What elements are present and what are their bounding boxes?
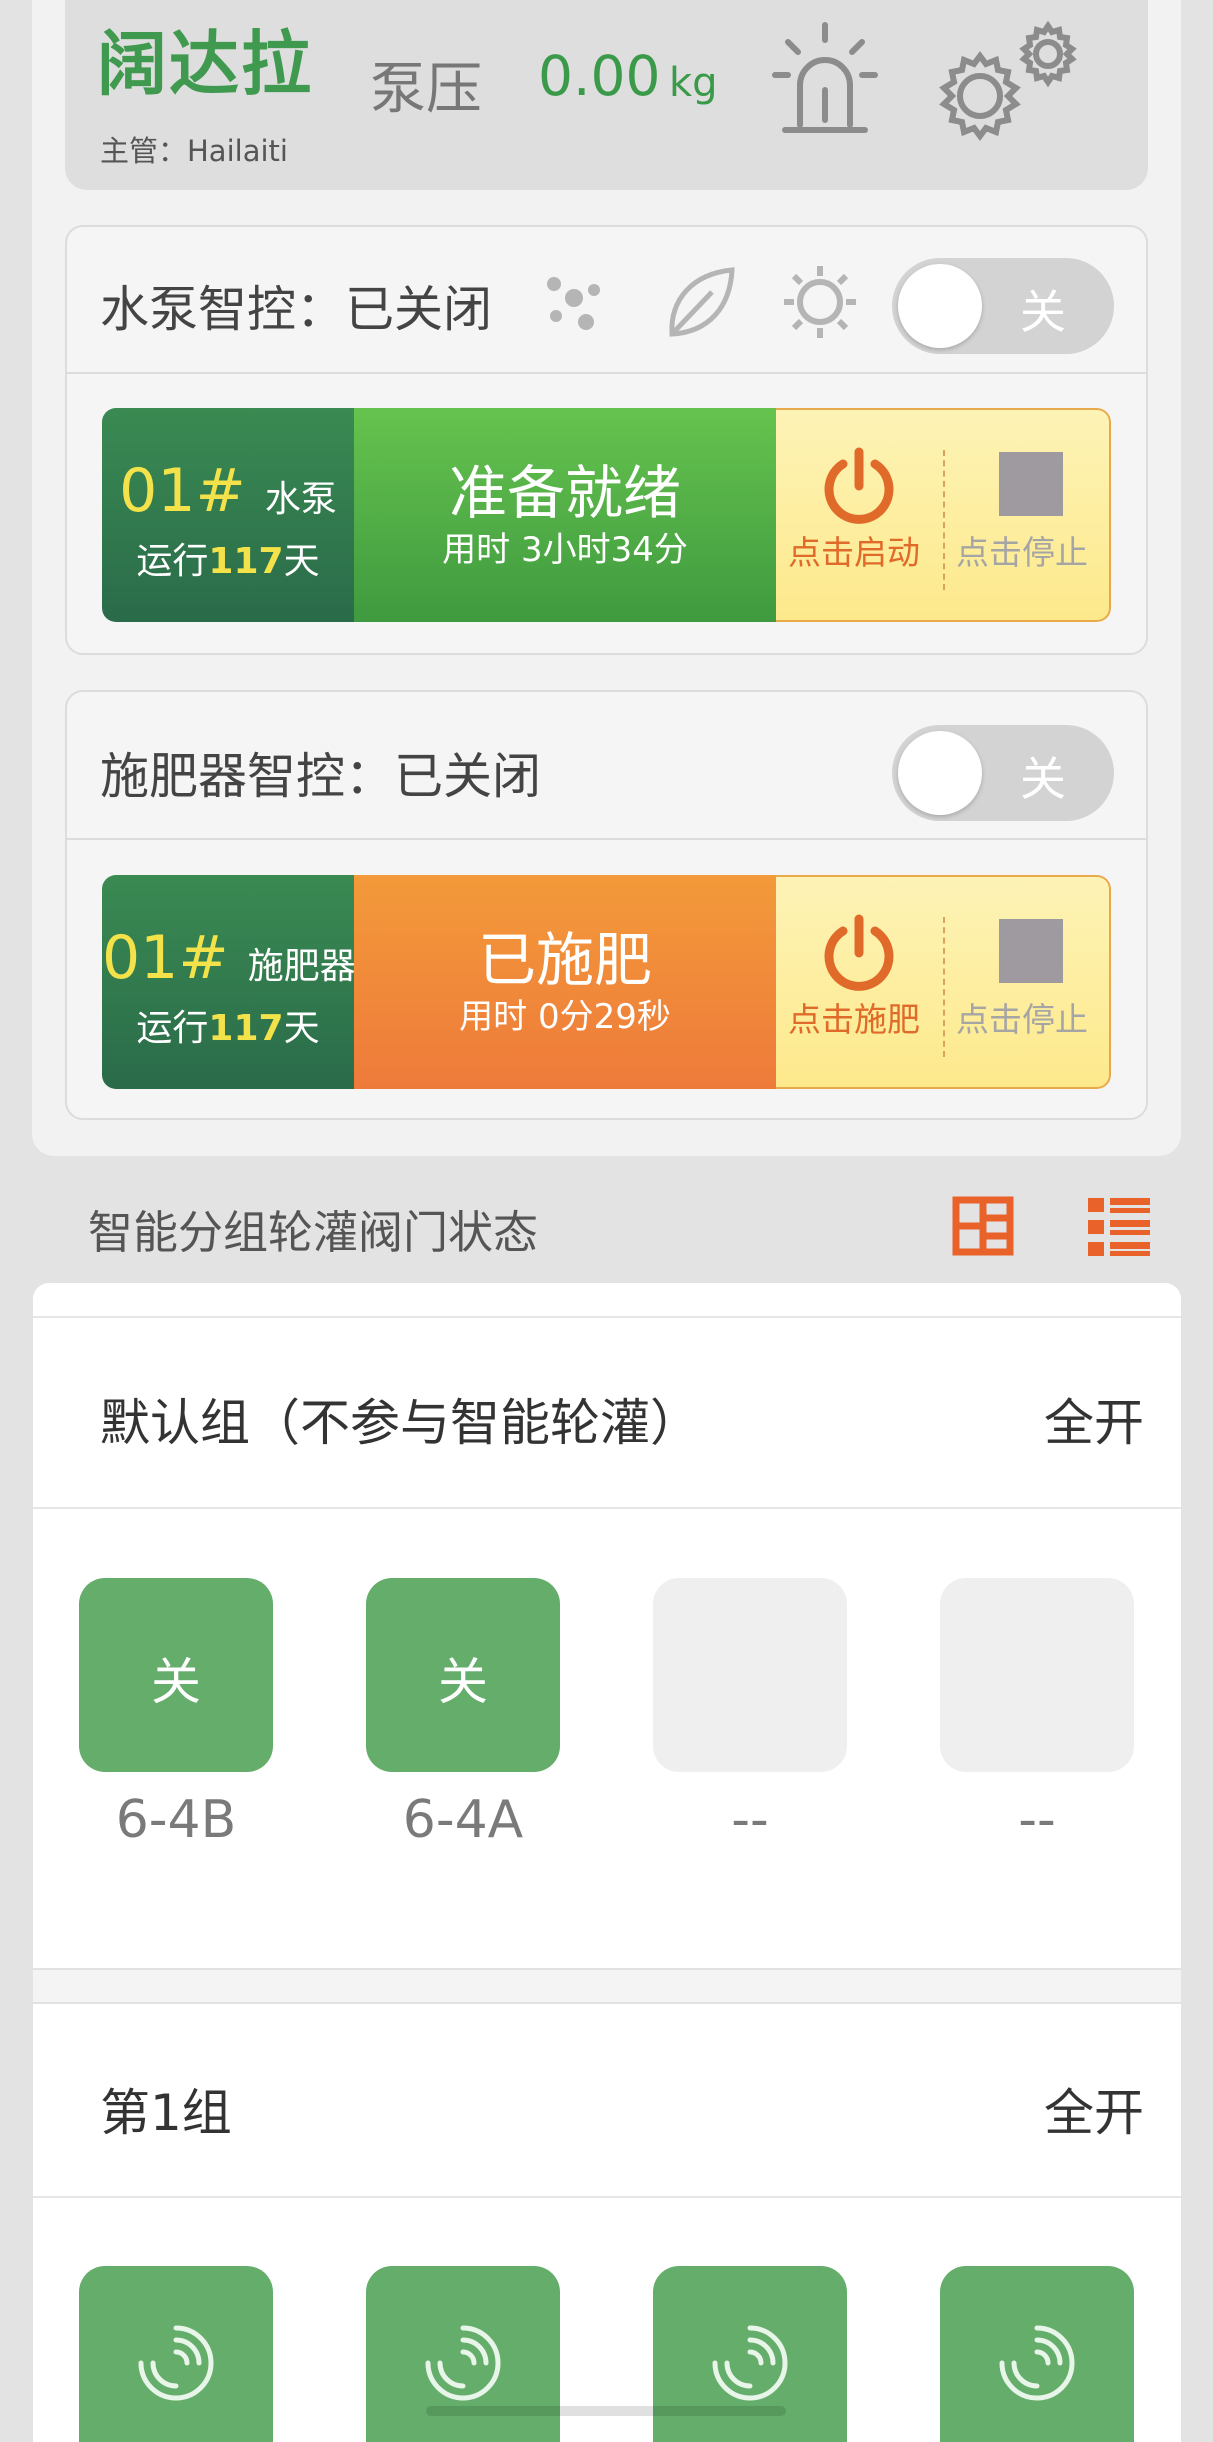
divider — [33, 2196, 1181, 2198]
spinner-icon — [131, 2318, 221, 2408]
list-view-icon[interactable] — [1088, 1198, 1150, 1256]
group-separator — [33, 1968, 1181, 2004]
toggle-label: 关 — [1020, 752, 1066, 806]
fertilizer-status-panel: 已施肥 用时 0分29秒 — [354, 875, 776, 1089]
fertilizer-device-card: 01# 施肥器 运行117天 已施肥 用时 0分29秒 点击施肥 点击停止 — [102, 875, 1111, 1089]
valve-tile[interactable] — [79, 2266, 273, 2442]
valve-state: 关 — [438, 1653, 488, 1711]
run-suffix: 天 — [283, 541, 320, 582]
pressure-label: 泵压 — [370, 57, 482, 122]
valve-label: -- — [731, 1790, 769, 1850]
pressure-value: 0.00 — [538, 44, 661, 108]
stop-icon[interactable] — [999, 452, 1063, 516]
manager-label: 主管：Hailaiti — [100, 134, 288, 168]
spinner-icon — [705, 2318, 795, 2408]
pressure-unit: kg — [669, 60, 718, 106]
leaf-icon[interactable] — [660, 262, 740, 342]
power-icon[interactable] — [819, 446, 899, 526]
valve-tile[interactable] — [940, 2266, 1134, 2442]
pump-status-panel: 准备就绪 用时 3小时34分 — [354, 408, 776, 622]
pump-actions: 点击启动 点击停止 — [776, 408, 1111, 622]
pump-toggle[interactable]: 关 — [892, 258, 1114, 354]
toggle-label: 关 — [1020, 285, 1066, 339]
device-name: 水泵 — [264, 479, 337, 520]
run-suffix: 天 — [283, 1008, 320, 1049]
molecule-icon[interactable] — [540, 268, 610, 338]
stop-icon[interactable] — [999, 919, 1063, 983]
sun-icon[interactable] — [780, 262, 860, 342]
settings-gears-icon[interactable] — [930, 18, 1090, 148]
farm-name: 阔达拉 — [97, 23, 313, 105]
valve-tile[interactable]: 关 — [366, 1578, 560, 1772]
group-title: 第1组 — [100, 2084, 232, 2142]
spinner-icon — [418, 2318, 508, 2408]
group-open-all-button[interactable]: 全开 — [1044, 1383, 1144, 1455]
fertilizer-time-used: 用时 0分29秒 — [459, 997, 671, 1037]
valve-label: 6-4A — [402, 1790, 524, 1850]
fertilizer-status: 已施肥 — [477, 926, 652, 994]
run-prefix: 运行 — [136, 541, 209, 582]
divider — [67, 838, 1146, 840]
alarm-icon[interactable] — [770, 20, 880, 140]
valve-label: 6-4B — [115, 1790, 237, 1850]
run-days: 117 — [208, 541, 284, 582]
divider — [33, 1316, 1181, 1318]
group-open-all-button[interactable]: 全开 — [1044, 2073, 1144, 2145]
run-prefix: 运行 — [136, 1008, 209, 1049]
valve-label: -- — [1018, 1790, 1056, 1850]
divider — [33, 1507, 1181, 1509]
pump-status: 准备就绪 — [448, 459, 681, 527]
device-name: 施肥器 — [247, 946, 356, 987]
stop-button[interactable]: 点击停止 — [956, 993, 1088, 1041]
valve-tile-empty — [653, 1578, 847, 1772]
home-indicator[interactable] — [426, 2406, 786, 2416]
stop-button[interactable]: 点击停止 — [956, 526, 1088, 574]
divider — [67, 372, 1146, 374]
fertilizer-device-info: 01# 施肥器 运行117天 — [102, 875, 356, 1089]
grid-view-icon[interactable] — [952, 1196, 1014, 1256]
toggle-knob — [898, 264, 982, 348]
pump-control-title: 水泵智控：已关闭 — [100, 281, 493, 338]
valve-tile-empty — [940, 1578, 1134, 1772]
pump-device-card: 01# 水泵 运行117天 准备就绪 用时 3小时34分 点击启动 点击停止 — [102, 408, 1111, 622]
action-separator — [943, 450, 945, 590]
fertilizer-actions: 点击施肥 点击停止 — [776, 875, 1111, 1089]
fertilize-button[interactable]: 点击施肥 — [788, 993, 920, 1041]
run-days: 117 — [208, 1008, 284, 1049]
start-button[interactable]: 点击启动 — [788, 526, 920, 574]
device-number: 01# — [102, 923, 229, 993]
group-title: 默认组（不参与智能轮灌） — [100, 1394, 700, 1452]
spinner-icon — [992, 2318, 1082, 2408]
pump-device-info: 01# 水泵 运行117天 — [102, 408, 354, 622]
fertilizer-control-title: 施肥器智控：已关闭 — [100, 748, 542, 805]
pump-time-used: 用时 3小时34分 — [442, 530, 688, 570]
toggle-knob — [898, 731, 982, 815]
fertilizer-toggle[interactable]: 关 — [892, 725, 1114, 821]
valve-state: 关 — [151, 1653, 201, 1711]
valve-status-title: 智能分组轮灌阀门状态 — [88, 1206, 539, 1259]
power-icon[interactable] — [819, 913, 899, 993]
valve-tile[interactable]: 关 — [79, 1578, 273, 1772]
device-number: 01# — [119, 456, 246, 526]
action-separator — [943, 917, 945, 1057]
